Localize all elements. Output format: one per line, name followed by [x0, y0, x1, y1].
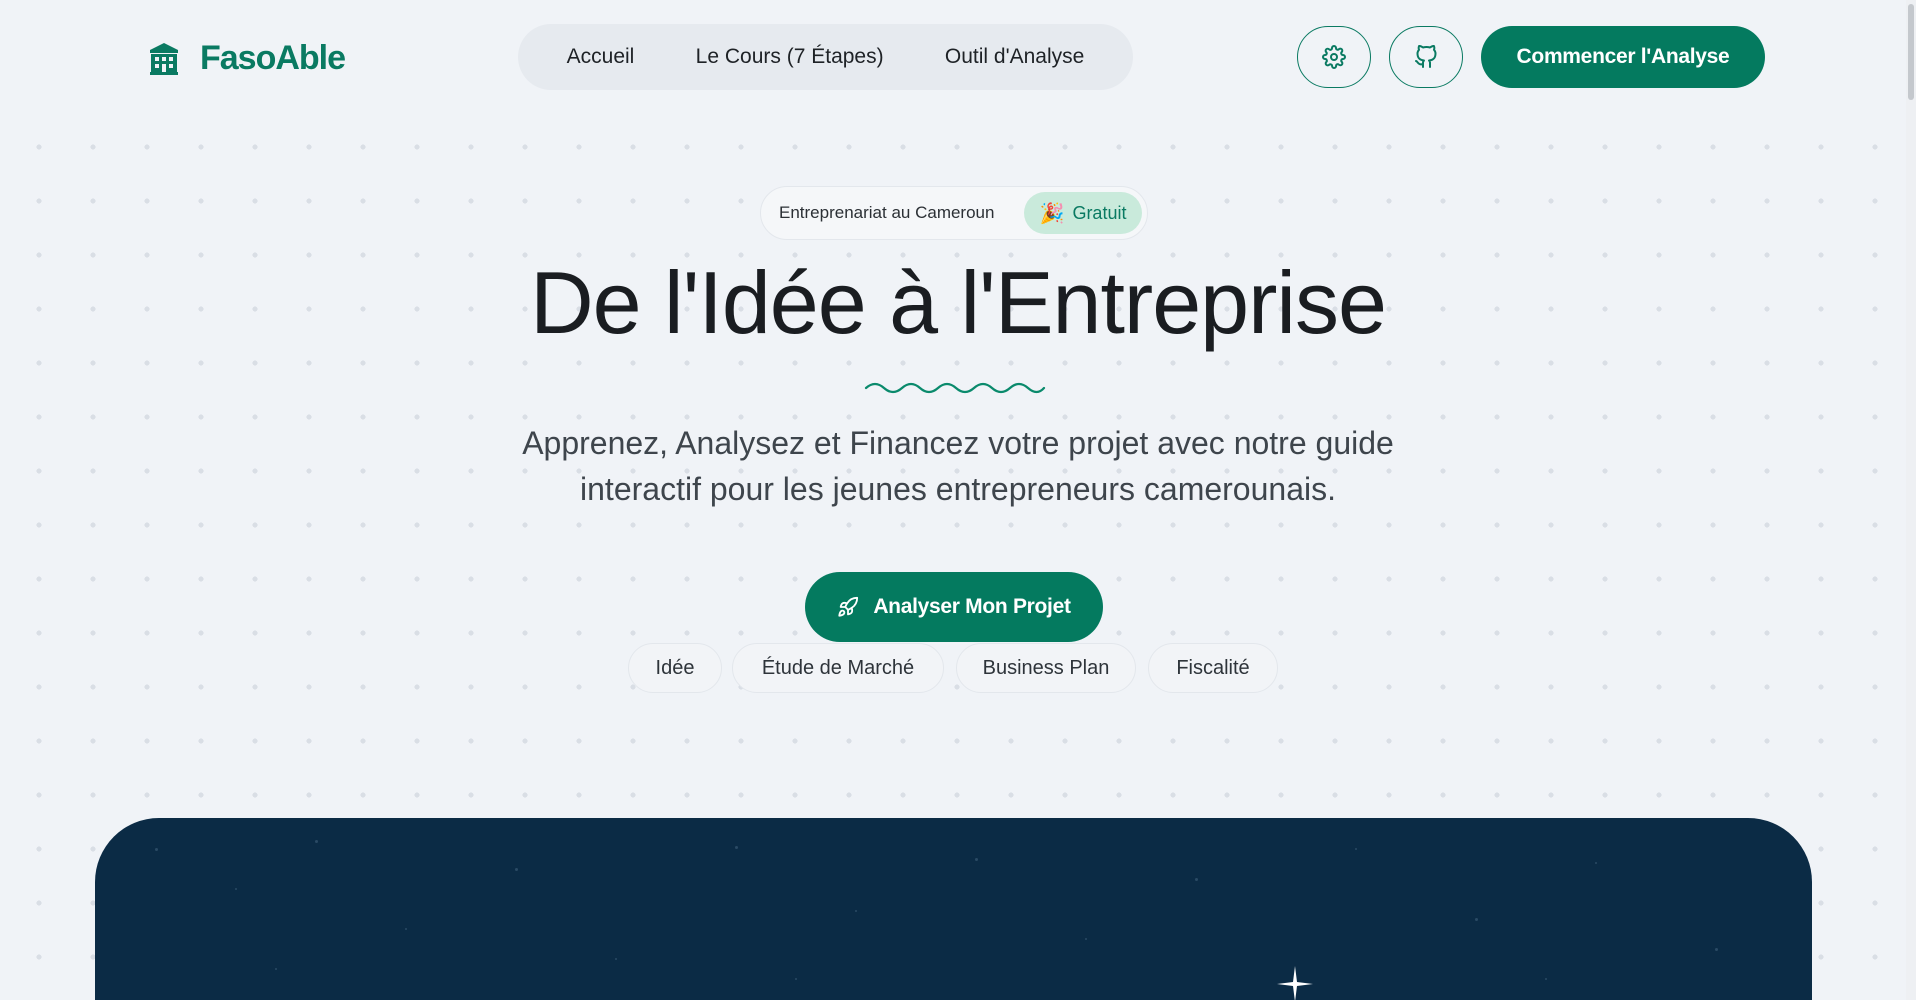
main-nav: Accueil Le Cours (7 Étapes) Outil d'Anal…: [518, 24, 1133, 90]
nav-item-outil[interactable]: Outil d'Analyse: [931, 37, 1098, 77]
chip-business-plan[interactable]: Business Plan: [956, 643, 1136, 693]
party-icon: 🎉: [1039, 202, 1065, 225]
hero-badge: Entreprenariat au Cameroun 🎉 Gratuit: [760, 186, 1148, 240]
chip-idee[interactable]: Idée: [628, 643, 722, 693]
squiggle-divider: [864, 382, 1046, 394]
github-button[interactable]: [1389, 26, 1463, 88]
start-analysis-button[interactable]: Commencer l'Analyse: [1481, 26, 1765, 88]
dark-section-panel: [95, 818, 1812, 1000]
nav-item-accueil[interactable]: Accueil: [553, 37, 649, 77]
analyze-project-button[interactable]: Analyser Mon Projet: [805, 572, 1103, 642]
gear-icon: [1322, 45, 1346, 69]
site-header: FasoAble Accueil Le Cours (7 Étapes) Out…: [0, 0, 1916, 114]
free-pill: 🎉 Gratuit: [1024, 192, 1142, 234]
rocket-icon: [838, 596, 859, 617]
logo[interactable]: FasoAble: [148, 38, 346, 78]
hero-subtitle-line2: interactif pour les jeunes entrepreneurs…: [580, 471, 1336, 507]
github-icon: [1415, 45, 1437, 68]
scrollbar-thumb[interactable]: [1908, 4, 1914, 100]
settings-button[interactable]: [1297, 26, 1371, 88]
chip-etude-marche[interactable]: Étude de Marché: [732, 643, 944, 693]
hero-subtitle-line1: Apprenez, Analysez et Financez votre pro…: [522, 425, 1394, 461]
building-icon: [150, 43, 178, 75]
nav-item-cours[interactable]: Le Cours (7 Étapes): [682, 37, 898, 77]
hero-title: De l'Idée à l'Entreprise: [530, 253, 1387, 352]
sparkle-icon: [1277, 966, 1313, 1000]
analyze-project-label: Analyser Mon Projet: [873, 595, 1071, 618]
logo-text: FasoAble: [200, 38, 346, 77]
page-scrollbar[interactable]: [1906, 0, 1916, 1000]
hero-subtitle: Apprenez, Analysez et Financez votre pro…: [458, 420, 1458, 512]
badge-text: Entreprenariat au Cameroun: [779, 203, 995, 222]
free-pill-label: Gratuit: [1072, 202, 1127, 223]
chip-fiscalite[interactable]: Fiscalité: [1148, 643, 1278, 693]
